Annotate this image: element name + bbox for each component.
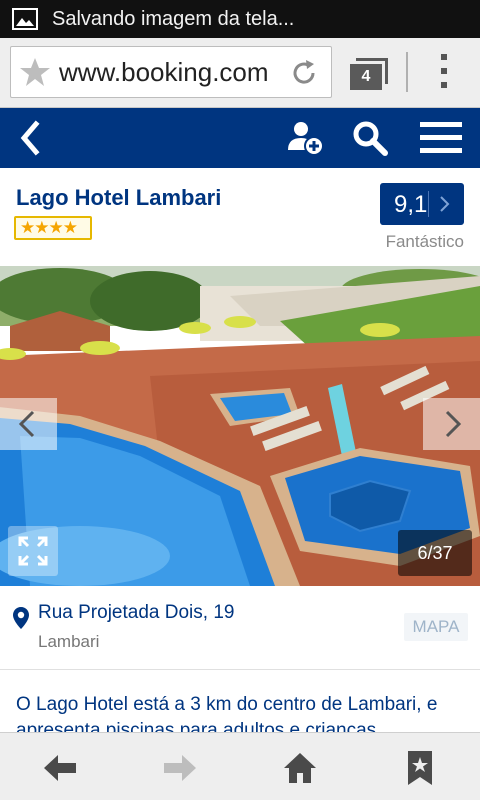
browser-toolbar: www.booking.com 4	[0, 38, 480, 108]
search-icon[interactable]	[352, 120, 388, 156]
review-score: 9,1	[394, 191, 428, 218]
star-rating-icons: ★★★★	[20, 218, 78, 237]
add-user-icon[interactable]	[286, 120, 324, 156]
tab-count: 4	[350, 64, 382, 90]
photo-counter: 6/37	[398, 530, 472, 576]
back-arrow-icon[interactable]	[42, 751, 78, 785]
street-address[interactable]: Rua Projetada Dois, 19	[38, 602, 234, 624]
star-icon[interactable]	[19, 56, 51, 88]
chevron-right-icon	[440, 196, 450, 212]
city-name: Lambari	[38, 632, 100, 651]
hotel-name: Lago Hotel Lambari	[16, 185, 222, 210]
gallery-previous-button[interactable]	[0, 398, 57, 450]
url-text[interactable]: www.booking.com	[59, 57, 281, 88]
review-score-button[interactable]: 9,1	[380, 183, 464, 225]
map-pin-icon	[13, 607, 29, 629]
map-button[interactable]: MAPA	[404, 613, 468, 641]
chevron-right-icon	[445, 410, 462, 438]
tabs-button[interactable]: 4	[350, 58, 388, 92]
back-arrow-icon[interactable]	[16, 120, 48, 156]
app-header	[0, 108, 480, 168]
chevron-left-icon	[18, 410, 35, 438]
url-bar[interactable]: www.booking.com	[10, 46, 332, 98]
hamburger-menu-icon[interactable]	[420, 122, 464, 154]
reload-icon[interactable]	[289, 58, 319, 88]
overflow-menu-icon[interactable]	[434, 54, 454, 94]
expand-icon	[18, 536, 48, 566]
review-score-label: Fantástico	[385, 232, 464, 251]
hotel-header: Lago Hotel Lambari ★★★★ 9,1 Fantástico	[0, 168, 480, 266]
status-bar: Salvando imagem da tela...	[0, 0, 480, 38]
notification-text: Salvando imagem da tela...	[52, 7, 295, 30]
fullscreen-button[interactable]	[8, 526, 58, 576]
bookmark-icon[interactable]	[402, 751, 438, 785]
browser-bottom-bar	[0, 732, 480, 800]
home-icon[interactable]	[282, 751, 318, 785]
photo-gallery[interactable]: 6/37	[0, 266, 480, 586]
address-section: Rua Projetada Dois, 19 Lambari MAPA	[0, 586, 480, 670]
image-icon	[12, 8, 38, 30]
forward-arrow-icon[interactable]	[162, 751, 198, 785]
gallery-next-button[interactable]	[423, 398, 480, 450]
hotel-description: O Lago Hotel está a 3 km do centro de La…	[16, 694, 438, 732]
toolbar-divider	[406, 52, 408, 92]
star-rating: ★★★★	[14, 216, 92, 240]
